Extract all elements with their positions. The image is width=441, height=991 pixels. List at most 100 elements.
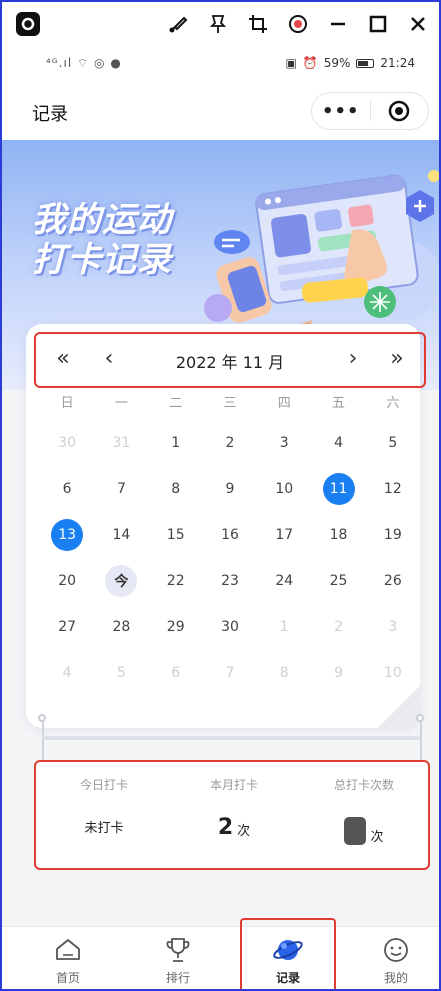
calendar-day[interactable]: 16: [203, 512, 257, 558]
alarm-icon: ⏰: [302, 56, 318, 70]
smile-icon: [356, 935, 436, 965]
calendar-day-number: 6: [62, 481, 72, 497]
calendar-day-number: 9: [225, 481, 235, 497]
calendar-day: 30: [40, 420, 94, 466]
calendar-day-checked[interactable]: 13: [40, 512, 94, 558]
calendar-day-number: 8: [171, 481, 181, 497]
calendar-day[interactable]: 24: [257, 558, 311, 604]
calendar-day[interactable]: 14: [94, 512, 148, 558]
tab-mine[interactable]: 我的: [356, 935, 436, 986]
weekday-header: 日 一 二 三 四 五 六: [40, 392, 420, 411]
calendar-day-checked[interactable]: 11: [311, 466, 365, 512]
calendar-week-row: 13 14 15 16 17 18 19: [40, 512, 420, 558]
calendar-day[interactable]: 15: [149, 512, 203, 558]
calendar-day: 3: [366, 604, 420, 650]
calendar-day-number: 14: [112, 527, 131, 543]
home-icon: [28, 935, 108, 965]
calendar-day[interactable]: 20: [40, 558, 94, 604]
calendar-day[interactable]: 19: [366, 512, 420, 558]
calendar-day-number: 10: [383, 665, 402, 681]
total-value-placeholder: [344, 817, 367, 845]
calendar-week-row: 20 今 22 23 24 25 26: [40, 558, 420, 604]
close-icon[interactable]: [405, 11, 431, 37]
calendar-day-number: 20: [58, 573, 77, 589]
calendar-day[interactable]: 30: [203, 604, 257, 650]
calendar-day-number: 31: [112, 435, 131, 451]
calendar-day: 4: [40, 650, 94, 696]
calendar-day[interactable]: 28: [94, 604, 148, 650]
page-title: 记录: [32, 104, 68, 125]
calendar-day-number: 5: [388, 435, 398, 451]
calendar-day[interactable]: 4: [311, 420, 365, 466]
calendar-day: 9: [311, 650, 365, 696]
calendar-day[interactable]: 3: [257, 420, 311, 466]
status-bar: ⁴ᴳ.ıl ⌔ ◎ ● ▣ ⏰ 59% 21:24: [2, 44, 439, 84]
active-tab-highlight: [240, 918, 336, 989]
calendar-day[interactable]: 8: [149, 466, 203, 512]
calendar-day[interactable]: 27: [40, 604, 94, 650]
calendar-day-number: 11: [322, 473, 355, 505]
calendar-day-number: 29: [166, 619, 185, 635]
calendar-day-number: 25: [329, 573, 348, 589]
calendar-day[interactable]: 29: [149, 604, 203, 650]
calendar-day-number: 27: [58, 619, 77, 635]
calendar-day: 2: [311, 604, 365, 650]
maximize-icon[interactable]: [365, 11, 391, 37]
calendar-day[interactable]: 12: [366, 466, 420, 512]
exit-button[interactable]: [370, 100, 428, 122]
weekday-fri: 五: [332, 396, 346, 411]
calendar-week-row: 6 7 8 9 10 11 12: [40, 466, 420, 512]
calendar-day[interactable]: 6: [40, 466, 94, 512]
calendar-day[interactable]: 25: [311, 558, 365, 604]
calendar-day[interactable]: 9: [203, 466, 257, 512]
calendar-day-number: 10: [275, 481, 294, 497]
today-label: 今日打卡: [79, 778, 128, 792]
connector-right: [420, 718, 422, 760]
total-label: 总打卡次数: [333, 778, 394, 792]
calendar-day-number: 28: [112, 619, 131, 635]
pin-icon[interactable]: [205, 11, 231, 37]
calendar-day: 6: [149, 650, 203, 696]
weekday-wed: 三: [223, 396, 237, 411]
calendar-day[interactable]: 26: [366, 558, 420, 604]
calendar-day[interactable]: 22: [149, 558, 203, 604]
weekday-sat: 六: [386, 396, 400, 411]
record-icon[interactable]: [285, 11, 311, 37]
target-icon: [388, 100, 410, 122]
calendar-day[interactable]: 1: [149, 420, 203, 466]
brush-icon[interactable]: [165, 11, 191, 37]
crop-icon[interactable]: [245, 11, 271, 37]
tab-ranking[interactable]: 排行: [138, 935, 218, 986]
calendar-day: 8: [257, 650, 311, 696]
calendar-day[interactable]: 7: [94, 466, 148, 512]
connector-bar: [42, 736, 420, 740]
bottom-tab-bar: 首页 排行 记录 我的: [2, 926, 439, 989]
calendar-week-row: 27 28 29 30 1 2 3: [40, 604, 420, 650]
today-value: 未打卡: [84, 821, 124, 836]
today-stat: 今日打卡 未打卡: [38, 776, 170, 836]
next-month-button[interactable]: ›: [338, 346, 368, 371]
calendar-day[interactable]: 18: [311, 512, 365, 558]
calendar-day[interactable]: 17: [257, 512, 311, 558]
month-stat: 本月打卡 2 次: [168, 776, 300, 839]
minimize-icon[interactable]: [325, 11, 351, 37]
calendar-day-number: 1: [279, 619, 289, 635]
total-stat: 总打卡次数 次: [298, 776, 430, 845]
calendar-day-number: 4: [62, 665, 72, 681]
calendar-day-today[interactable]: 今: [94, 558, 148, 604]
calendar-day-number: 16: [221, 527, 239, 543]
calendar-day-number: 17: [275, 527, 294, 543]
calendar-day-number: 30: [58, 435, 77, 451]
calendar-day[interactable]: 2: [203, 420, 257, 466]
month-value: 2: [217, 815, 234, 840]
calendar-day[interactable]: 5: [366, 420, 420, 466]
calendar-day[interactable]: 10: [257, 466, 311, 512]
app-frame: ⁴ᴳ.ıl ⌔ ◎ ● ▣ ⏰ 59% 21:24 记录 ••• 我的运动 打卡…: [0, 0, 441, 991]
tab-home[interactable]: 首页: [28, 935, 108, 986]
calendar-day-number: 3: [388, 619, 398, 635]
tab-ranking-label: 排行: [165, 971, 190, 985]
calendar-day[interactable]: 23: [203, 558, 257, 604]
next-year-button[interactable]: »: [382, 346, 412, 371]
more-button[interactable]: •••: [312, 101, 370, 122]
total-unit: 次: [370, 830, 384, 845]
